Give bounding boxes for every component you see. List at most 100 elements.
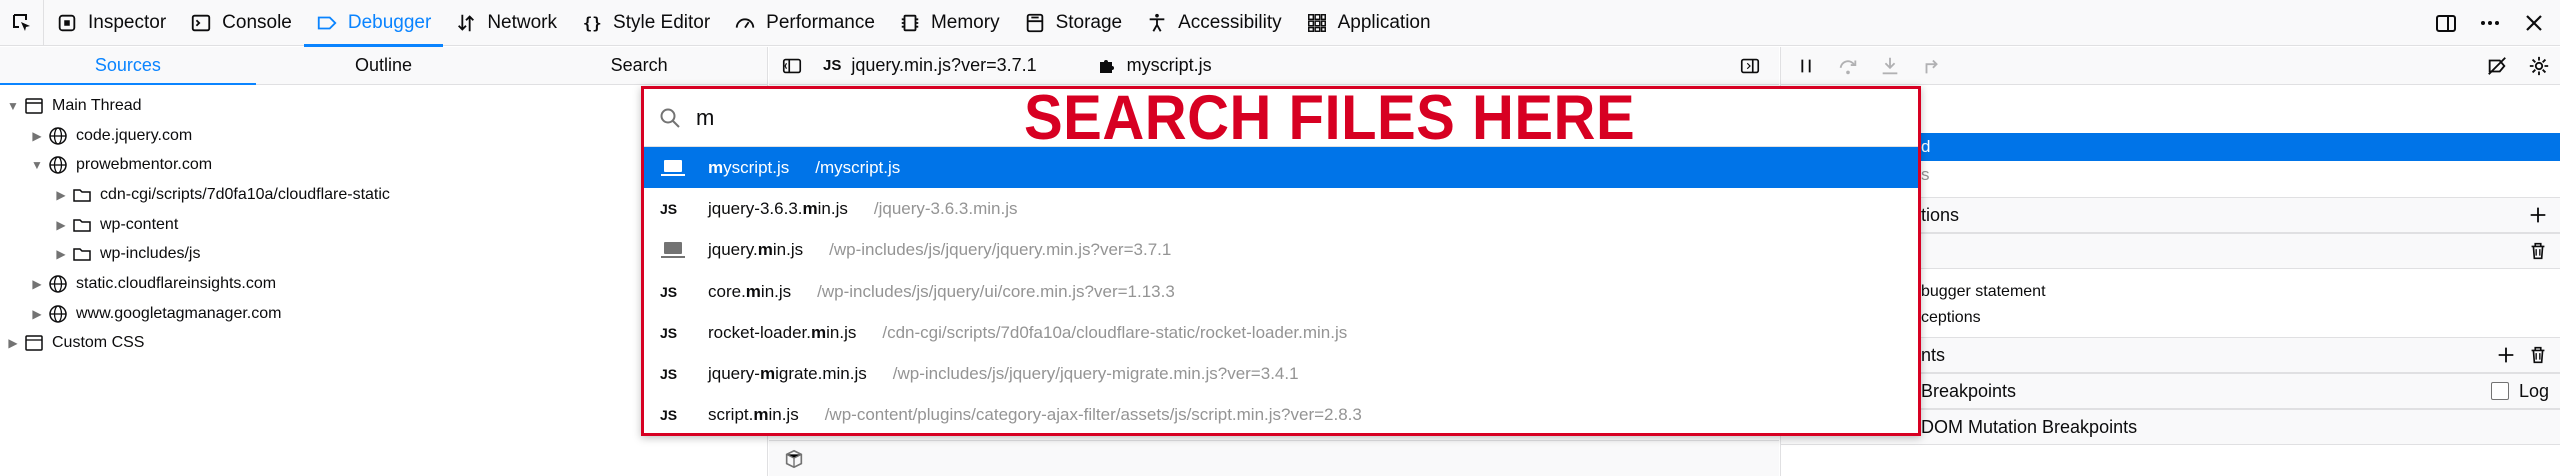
tab-search[interactable]: Search (511, 47, 767, 84)
debugger-icon (317, 16, 337, 29)
tab-performance-label: Performance (766, 11, 875, 33)
collapsed-arrow-icon[interactable]: ▶ (54, 247, 68, 261)
section-title: DOM Mutation Breakpoints (1921, 416, 2138, 437)
more-icon[interactable] (2478, 11, 2502, 35)
section-title: Breakpoints (1921, 380, 2017, 401)
settings-gear-icon[interactable] (2528, 55, 2550, 77)
deactivate-breakpoints-icon[interactable] (2486, 55, 2508, 77)
result-name: rocket-loader.min.js (708, 322, 857, 342)
step-out-icon[interactable] (1921, 55, 1943, 77)
option-label: ceptions (1921, 309, 1981, 326)
tab-storage[interactable]: Storage (1012, 0, 1135, 46)
laptop-icon (660, 240, 696, 260)
element-picker-button[interactable] (0, 0, 44, 46)
editor-footer (769, 440, 1779, 476)
sources-tabs: Sources Outline Search (0, 47, 767, 85)
log-checkbox[interactable] (2490, 382, 2509, 400)
tab-memory[interactable]: Memory (887, 0, 1012, 46)
result-name: jquery-migrate.min.js (708, 364, 867, 384)
result-jquery-363[interactable]: JS jquery-3.6.3.min.js /jquery-3.6.3.min… (644, 188, 1918, 229)
expanded-arrow-icon[interactable]: ▼ (30, 158, 44, 172)
editor-tab-jquery[interactable]: JS jquery.min.js?ver=3.7.1 (803, 55, 1057, 76)
collapsed-arrow-icon[interactable]: ▶ (30, 277, 44, 291)
step-in-icon[interactable] (1879, 55, 1901, 77)
tab-outline[interactable]: Outline (256, 47, 512, 84)
network-icon (458, 14, 475, 31)
toggle-secondary-panel-icon[interactable] (1739, 55, 1761, 77)
tab-network[interactable]: Network (443, 0, 569, 46)
toggle-sidebar-icon[interactable] (781, 55, 803, 77)
collapsed-arrow-icon[interactable]: ▶ (30, 129, 44, 143)
tree-item-label: cdn-cgi/scripts/7d0fa10a/cloudflare-stat… (100, 185, 390, 203)
dock-icon[interactable] (2434, 11, 2458, 35)
globe-icon (48, 304, 68, 324)
window-icon (24, 333, 44, 353)
js-file-icon: JS (660, 366, 678, 383)
result-core-min[interactable]: JS core.min.js /wp-includes/js/jquery/ui… (644, 271, 1918, 312)
js-file-icon: JS (660, 200, 678, 217)
quick-open-search: SEARCH FILES HERE (644, 86, 1918, 149)
tab-accessibility[interactable]: Accessibility (1134, 0, 1293, 46)
js-file-icon: JS (823, 57, 842, 74)
result-path: /myscript.js (815, 157, 901, 177)
tab-console[interactable]: Console (178, 0, 304, 46)
collapsed-arrow-icon[interactable]: ▶ (54, 218, 68, 232)
js-file-icon: JS (660, 283, 678, 300)
trash-icon[interactable] (2527, 240, 2549, 262)
pause-icon[interactable] (1795, 55, 1817, 77)
quick-open-dialog: SEARCH FILES HERE myscript.js /myscript.… (641, 86, 1921, 436)
expanded-arrow-icon[interactable]: ▼ (6, 99, 20, 113)
add-icon[interactable] (2527, 204, 2549, 226)
editor-tab-myscript[interactable]: myscript.js (1077, 55, 1232, 76)
close-icon[interactable] (2522, 11, 2546, 35)
tab-console-label: Console (222, 11, 292, 33)
thread-row-label: d (1921, 137, 1931, 156)
result-path: /cdn-cgi/scripts/7d0fa10a/cloudflare-sta… (882, 322, 1348, 342)
tab-sources[interactable]: Sources (0, 47, 256, 85)
log-checkbox-label: Log (2518, 380, 2549, 401)
result-script-min[interactable]: JS script.min.js /wp-content/plugins/cat… (644, 395, 1918, 436)
folder-icon (72, 244, 92, 264)
style-editor-icon: {} (583, 14, 602, 32)
js-file-icon: JS (660, 324, 678, 341)
trash-icon[interactable] (2527, 344, 2549, 366)
editor-tabs: JS jquery.min.js?ver=3.7.1 myscript.js (769, 47, 1779, 85)
folder-icon (72, 185, 92, 205)
add-icon[interactable] (2495, 344, 2517, 366)
result-name: script.min.js (708, 405, 799, 425)
quick-open-input[interactable] (696, 104, 996, 131)
result-myscript[interactable]: myscript.js /myscript.js (644, 147, 1918, 189)
globe-icon (48, 126, 68, 146)
tab-inspector[interactable]: Inspector (44, 0, 178, 46)
collapsed-arrow-icon[interactable]: ▶ (30, 307, 44, 321)
window-icon (24, 96, 44, 116)
step-over-icon[interactable] (1837, 55, 1859, 77)
tree-item-label: wp-includes/js (100, 245, 201, 263)
result-rocket-loader[interactable]: JS rocket-loader.min.js /cdn-cgi/scripts… (644, 312, 1918, 353)
svg-text:{}: {} (583, 14, 602, 32)
collapsed-arrow-icon[interactable]: ▶ (54, 188, 68, 202)
tab-application[interactable]: Application (1294, 0, 1443, 46)
js-file-icon: JS (660, 407, 678, 424)
editor-tab-label: jquery.min.js?ver=3.7.1 (851, 55, 1037, 75)
tab-performance[interactable]: Performance (722, 0, 887, 46)
debugger-controls (1781, 47, 2560, 85)
tree-item-label: wp-content (100, 215, 179, 233)
tree-item-label: Main Thread (52, 96, 142, 114)
tab-memory-label: Memory (930, 11, 1000, 33)
section-title: tions (1921, 204, 1960, 225)
tab-style-editor[interactable]: {} Style Editor (569, 0, 722, 46)
result-jquery-migrate[interactable]: JS jquery-migrate.min.js /wp-includes/js… (644, 353, 1918, 394)
collapsed-arrow-icon[interactable]: ▶ (6, 336, 20, 350)
result-name: myscript.js (708, 157, 790, 177)
pretty-print-icon[interactable] (783, 448, 805, 470)
editor-tab-label: myscript.js (1126, 55, 1212, 75)
application-icon (1307, 13, 1326, 32)
inspector-icon (58, 14, 76, 31)
tab-debugger[interactable]: Debugger (303, 0, 444, 47)
accessibility-icon (1149, 13, 1165, 32)
result-jquery-min[interactable]: jquery.min.js /wp-includes/js/jquery/jqu… (644, 230, 1918, 271)
globe-icon (48, 274, 68, 294)
tab-storage-label: Storage (1055, 11, 1123, 33)
thread-row-label: s (1921, 165, 1930, 184)
